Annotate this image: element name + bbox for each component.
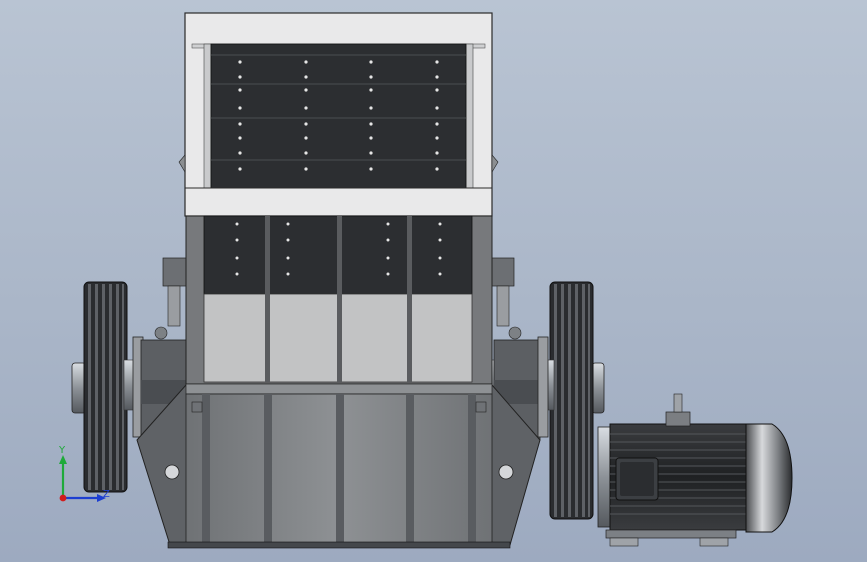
left-pulley <box>71 281 128 493</box>
feed-hopper <box>178 12 499 217</box>
triad-z-label: Z <box>103 489 110 500</box>
crusher-assembly-drawing: Y Z <box>58 12 793 549</box>
rotor-chamber-housing <box>185 215 493 385</box>
right-pulley <box>549 281 605 520</box>
lower-frame-base <box>136 383 541 549</box>
electric-motor <box>597 393 793 547</box>
triad-y-label: Y <box>58 445 66 456</box>
